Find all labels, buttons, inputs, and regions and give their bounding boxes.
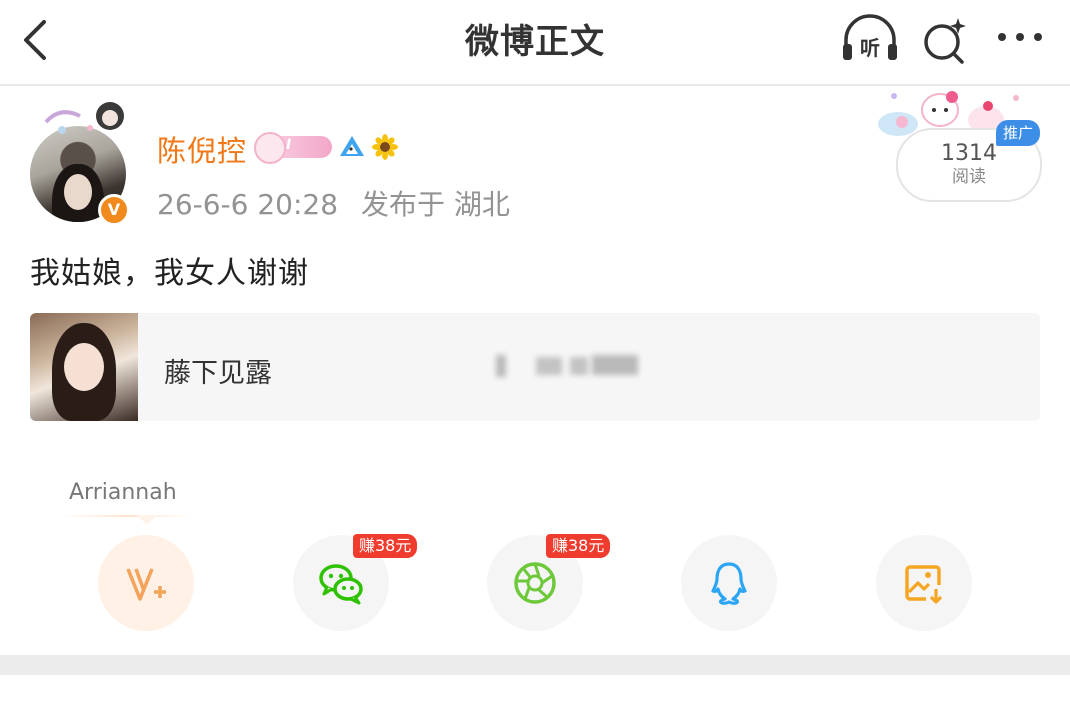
listen-label: 听 — [860, 36, 880, 60]
wechat-icon — [319, 564, 363, 605]
link-card-thumbnail — [30, 313, 138, 421]
earn-reward-tag: 赚38元 — [353, 534, 418, 558]
earn-reward-tag: 赚38元 — [546, 534, 611, 558]
post-meta: 26-6-6 20:28 发布于 湖北 — [157, 183, 510, 223]
share-tip-label: Arriannah — [69, 480, 177, 505]
read-count-label: 阅读 — [952, 167, 986, 187]
share-qq-button[interactable] — [681, 535, 777, 631]
tip-underline — [60, 515, 192, 517]
sunflower-badge-icon[interactable] — [372, 134, 398, 160]
shark-badge-icon[interactable] — [338, 134, 366, 160]
tip-pointer-arrow — [137, 515, 157, 525]
thumbnail-face-shape — [64, 343, 104, 391]
linked-content-card[interactable]: 藤下见露 — [30, 313, 1040, 421]
post-body-text: 我姑娘，我女人谢谢 — [30, 256, 309, 291]
qq-icon — [711, 562, 747, 605]
page-title: 微博正文 — [465, 22, 605, 62]
badge-level-label: I — [286, 137, 292, 153]
moments-icon — [514, 562, 556, 604]
v-plus-icon — [126, 568, 166, 601]
avatar-container[interactable]: V — [30, 100, 130, 226]
search-button[interactable] — [918, 12, 972, 68]
avatar-pendant-decoration — [44, 102, 124, 134]
save-image-icon — [905, 565, 943, 604]
promote-tag[interactable]: 推广 — [996, 120, 1040, 146]
member-level-badge[interactable]: I — [254, 132, 332, 164]
search-icon — [924, 18, 966, 64]
share-vplus-button[interactable] — [98, 535, 194, 631]
badge-mascot-icon — [254, 132, 286, 164]
avatar-face-shape — [64, 174, 92, 210]
save-image-button[interactable] — [876, 535, 972, 631]
post-timestamp: 26-6-6 20:28 — [157, 188, 339, 221]
listen-button[interactable]: 听 — [838, 12, 902, 68]
next-section-strip — [0, 675, 1070, 706]
more-dots-icon — [998, 33, 1042, 41]
verified-badge: V — [98, 194, 130, 226]
blurred-overlay-decoration — [496, 355, 638, 377]
post-location: 发布于 湖北 — [360, 188, 510, 221]
link-card-title: 藤下见露 — [164, 358, 272, 389]
user-badges: I — [254, 132, 398, 164]
username[interactable]: 陈倪控 — [157, 128, 247, 170]
more-button[interactable] — [990, 12, 1050, 68]
headphones-icon: 听 — [843, 14, 897, 60]
section-divider — [0, 655, 1070, 675]
